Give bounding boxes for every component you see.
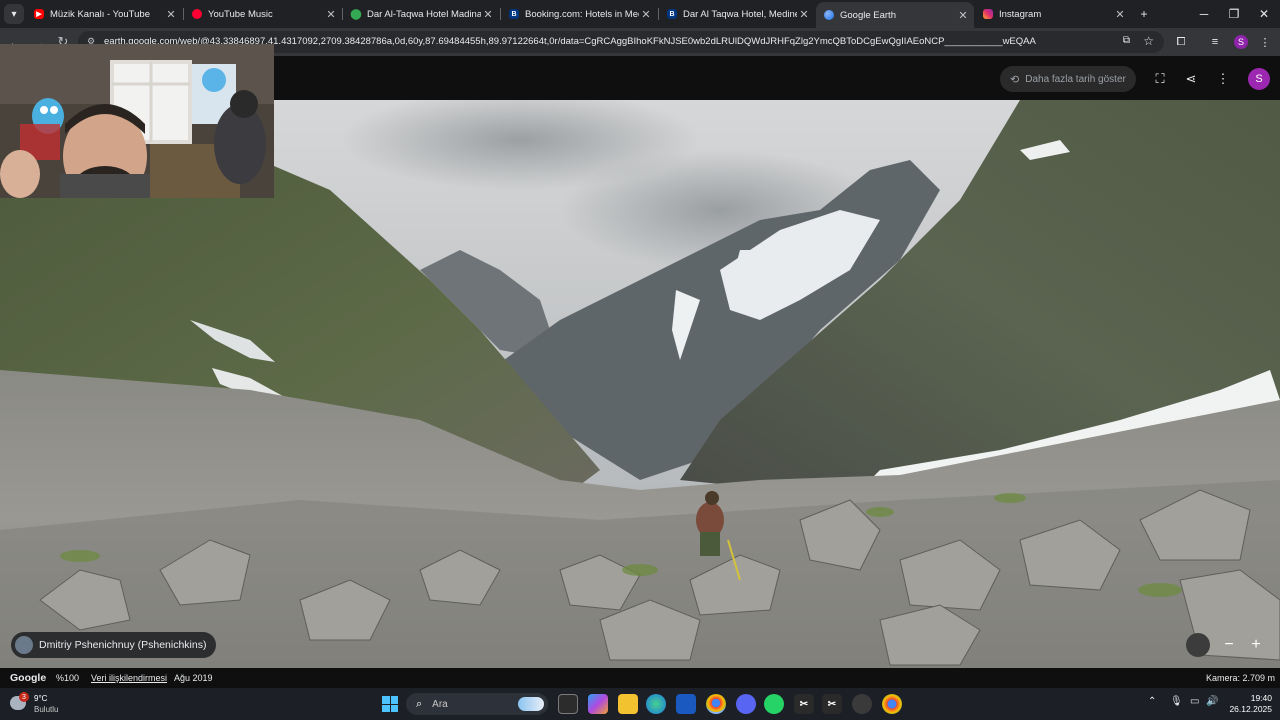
- tab-title: Booking.com: Hotels in Medine: [525, 8, 639, 20]
- browser-tab-strip: ▾ ▶ Müzik Kanalı - YouTube ✕ YouTube Mus…: [0, 0, 1280, 28]
- restore-window-icon[interactable]: ❐: [1222, 4, 1246, 24]
- close-tab-icon[interactable]: ✕: [481, 8, 495, 21]
- tab-title: Dar Al Taqwa Hotel, Medine (2: [683, 8, 797, 20]
- weather-temp: 9°C: [34, 694, 48, 703]
- tab-youtube-muzik[interactable]: ▶ Müzik Kanalı - YouTube ✕: [26, 4, 182, 24]
- youtube-music-icon: [192, 9, 202, 19]
- tab-title: Instagram: [999, 8, 1042, 20]
- booking-icon: B: [667, 9, 677, 19]
- youtube-icon: ▶: [34, 9, 44, 19]
- browser-menu-icon[interactable]: ⋮: [1256, 33, 1274, 51]
- close-tab-icon[interactable]: ✕: [639, 8, 653, 21]
- earth-account-avatar[interactable]: S: [1248, 68, 1270, 90]
- tab-title: Google Earth: [840, 9, 896, 21]
- webcam-video-feed: [0, 44, 274, 198]
- minimize-window-icon[interactable]: ─: [1192, 4, 1216, 24]
- install-app-icon[interactable]: ⧉: [1123, 35, 1130, 46]
- close-tab-icon[interactable]: ✕: [324, 8, 338, 21]
- weather-desc: Bulutlu: [34, 705, 59, 714]
- whatsapp-icon[interactable]: [764, 694, 784, 714]
- show-more-dates-label: Daha fazla tarih göster: [1025, 73, 1126, 85]
- zoom-in-button[interactable]: +: [1244, 633, 1268, 657]
- system-clock[interactable]: 19:40 26.12.2025: [1226, 693, 1272, 715]
- weather-widget[interactable]: 3 9°C Bulutlu: [10, 692, 80, 716]
- contributor-name: Dmitriy Pshenichnuy (Pshenichkins): [39, 639, 207, 651]
- tab-booking-medine[interactable]: B Booking.com: Hotels in Medine ✕: [501, 4, 657, 24]
- windows-taskbar: 3 9°C Bulutlu ⌕ Ara ✂ ✂ ⌃ 🎙 ▭ 🔊 19:40 26…: [0, 688, 1280, 720]
- extensions-icon[interactable]: ⧠: [1172, 33, 1190, 51]
- new-tab-button[interactable]: +: [1132, 4, 1156, 24]
- show-more-dates-button[interactable]: ⟲ Daha fazla tarih göster: [1000, 66, 1136, 92]
- tab-booking-hotel[interactable]: B Dar Al Taqwa Hotel, Medine (2 ✕: [659, 4, 815, 24]
- capcut-icon[interactable]: ✂: [794, 694, 814, 714]
- maps-pin-icon: ⬤: [350, 8, 362, 20]
- network-icon[interactable]: ▭: [1190, 696, 1199, 707]
- tab-title: Müzik Kanalı - YouTube: [50, 8, 150, 20]
- media-controls-icon[interactable]: ≡: [1206, 33, 1224, 51]
- taskbar-search[interactable]: ⌕ Ara: [406, 693, 548, 715]
- volume-icon[interactable]: 🔊: [1206, 696, 1218, 707]
- contributor-avatar: [15, 636, 33, 654]
- clock-date: 26.12.2025: [1229, 704, 1272, 714]
- show-hidden-icons-icon[interactable]: ⌃: [1148, 696, 1156, 707]
- compass-dot[interactable]: [1186, 633, 1210, 657]
- search-icon: ⌕: [416, 697, 423, 710]
- history-clock-icon: ⟲: [1010, 73, 1020, 86]
- webcam-overlay: [0, 44, 274, 198]
- zoom-out-button[interactable]: −: [1217, 633, 1241, 657]
- search-highlight-icon: [518, 697, 544, 711]
- notification-badge: 3: [19, 692, 29, 702]
- clock-time: 19:40: [1250, 693, 1272, 703]
- close-tab-icon[interactable]: ✕: [1113, 8, 1127, 21]
- imagery-date: Ağu 2019: [174, 673, 213, 683]
- booking-icon: B: [509, 9, 519, 19]
- zoom-control: − +: [1186, 632, 1272, 658]
- file-explorer-icon[interactable]: [618, 694, 638, 714]
- earth-status-bar: Google %100 Veri ilişkilendirmesi Ağu 20…: [0, 668, 1280, 688]
- photo-attribution-chip[interactable]: Dmitriy Pshenichnuy (Pshenichkins): [11, 632, 217, 658]
- chrome-icon[interactable]: [706, 694, 726, 714]
- share-icon[interactable]: ⋖: [1181, 69, 1201, 89]
- tab-youtube-music[interactable]: YouTube Music ✕: [184, 4, 342, 24]
- zoom-level: %100: [56, 673, 80, 683]
- instagram-icon: [983, 9, 993, 19]
- chrome-profile-icon[interactable]: [882, 694, 902, 714]
- copilot-icon[interactable]: [588, 694, 608, 714]
- close-tab-icon[interactable]: ✕: [956, 9, 970, 22]
- capcut-alt-icon[interactable]: ✂: [822, 694, 842, 714]
- google-logo: Google: [10, 672, 47, 684]
- more-options-icon[interactable]: ⋮: [1213, 69, 1233, 89]
- tab-dar-al-taqwa-maps[interactable]: ⬤ Dar Al-Taqwa Hotel Madinah - ✕: [343, 4, 499, 24]
- tab-google-earth[interactable]: Google Earth ✕: [816, 2, 974, 28]
- discord-icon[interactable]: [736, 694, 756, 714]
- close-window-icon[interactable]: ✕: [1252, 4, 1276, 24]
- search-placeholder: Ara: [432, 698, 448, 710]
- task-view-icon[interactable]: [558, 694, 578, 714]
- camera-altitude: Kamera: 2.709 m: [1206, 673, 1276, 683]
- tab-title: Dar Al-Taqwa Hotel Madinah -: [367, 8, 481, 20]
- windows-start-icon[interactable]: [382, 696, 398, 712]
- google-earth-icon: [824, 10, 834, 20]
- bookmark-star-icon[interactable]: ☆: [1143, 34, 1154, 48]
- screenshot-icon[interactable]: ⛶: [1150, 69, 1170, 89]
- obs-icon[interactable]: [852, 694, 872, 714]
- close-tab-icon[interactable]: ✕: [164, 8, 178, 21]
- close-tab-icon[interactable]: ✕: [797, 8, 811, 21]
- edge-browser-icon[interactable]: [646, 694, 666, 714]
- tab-title: YouTube Music: [208, 8, 273, 20]
- profile-avatar[interactable]: S: [1234, 35, 1248, 49]
- tab-instagram[interactable]: Instagram ✕: [975, 4, 1131, 24]
- data-attribution-link[interactable]: Veri ilişkilendirmesi: [91, 673, 167, 683]
- tab-search-menu-button[interactable]: ▾: [4, 4, 24, 24]
- microphone-icon[interactable]: 🎙: [1170, 696, 1183, 707]
- microsoft-store-icon[interactable]: [676, 694, 696, 714]
